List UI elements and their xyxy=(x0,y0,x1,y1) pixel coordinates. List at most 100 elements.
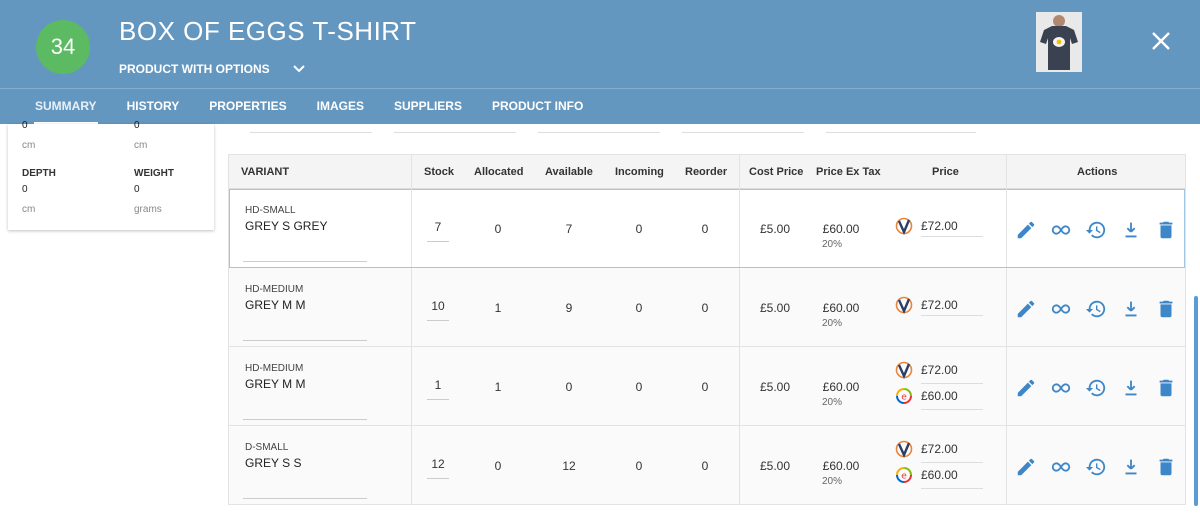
delete-button[interactable] xyxy=(1155,219,1177,241)
channel-price-input[interactable]: £72.00 xyxy=(921,442,969,456)
stock-input[interactable]: 1 xyxy=(418,378,458,392)
reorder-value: 0 xyxy=(701,380,709,394)
tab-summary[interactable]: SUMMARY xyxy=(20,89,112,125)
header-cost-price: Cost Price xyxy=(749,166,804,178)
price-ex-tax: £60.00 xyxy=(822,459,860,473)
header-actions: Actions xyxy=(1077,166,1118,178)
trash-icon xyxy=(1159,379,1173,397)
stock-input[interactable]: 7 xyxy=(418,220,458,234)
variant-name: GREY S S xyxy=(245,456,302,470)
history-icon xyxy=(1085,379,1106,397)
weight-label: WEIGHT xyxy=(134,168,174,179)
cost-price: £5.00 xyxy=(759,459,791,473)
variant-input[interactable] xyxy=(243,261,367,262)
product-thumbnail[interactable] xyxy=(1036,12,1082,72)
variant-input[interactable] xyxy=(243,498,367,499)
product-type-label: PRODUCT WITH OPTIONS xyxy=(119,62,270,76)
filter-input[interactable] xyxy=(682,132,804,133)
download-button[interactable] xyxy=(1120,298,1142,320)
stock-input[interactable]: 10 xyxy=(418,299,458,313)
table-row[interactable]: HD-SMALL GREY S GREY 7 0 7 0 0 £5.00 £60… xyxy=(229,189,1185,268)
edit-button[interactable] xyxy=(1015,456,1037,478)
tab-suppliers[interactable]: SUPPLIERS xyxy=(379,89,477,125)
variant-sku: HD-MEDIUM xyxy=(245,363,304,374)
variant-name: GREY S GREY xyxy=(245,219,328,233)
chevron-down-icon xyxy=(292,65,305,73)
table-row[interactable]: HD-MEDIUM GREY M M 10 1 9 0 0 £5.00 £60.… xyxy=(229,268,1185,347)
link-button[interactable] xyxy=(1050,219,1072,241)
top-right-value: 0 xyxy=(134,120,140,131)
stock-badge: 34 xyxy=(36,20,90,74)
header-available: Available xyxy=(545,166,593,178)
variant-name: GREY M M xyxy=(245,377,306,391)
tab-product-info[interactable]: PRODUCT INFO xyxy=(477,89,598,125)
header-incoming: Incoming xyxy=(615,166,664,178)
e-channel-icon: e xyxy=(896,467,912,483)
weight-unit: grams xyxy=(134,204,162,215)
product-type-dropdown[interactable]: PRODUCT WITH OPTIONS xyxy=(119,62,306,76)
download-button[interactable] xyxy=(1120,377,1142,399)
download-icon xyxy=(1125,380,1137,396)
header-stock: Stock xyxy=(424,166,454,178)
reorder-value: 0 xyxy=(701,222,709,236)
close-icon[interactable] xyxy=(1150,30,1172,52)
delete-button[interactable] xyxy=(1155,456,1177,478)
filter-input[interactable] xyxy=(538,132,660,133)
channel-price-input[interactable]: £60.00 xyxy=(921,389,969,403)
edit-button[interactable] xyxy=(1015,219,1037,241)
svg-text:e: e xyxy=(901,472,907,482)
tshirt-image-icon xyxy=(1036,12,1082,72)
v-channel-icon xyxy=(895,440,913,458)
edit-button[interactable] xyxy=(1015,298,1037,320)
tab-images[interactable]: IMAGES xyxy=(302,89,379,125)
download-icon xyxy=(1125,301,1137,317)
link-button[interactable] xyxy=(1050,377,1072,399)
channel-price-input[interactable]: £72.00 xyxy=(921,363,969,377)
history-button[interactable] xyxy=(1085,219,1107,241)
header-allocated: Allocated xyxy=(474,166,524,178)
available-value: 7 xyxy=(565,222,573,236)
filter-input[interactable] xyxy=(826,132,976,133)
table-header: VARIANT Stock Allocated Available Incomi… xyxy=(229,155,1185,189)
link-icon xyxy=(1051,383,1071,393)
stock-input[interactable]: 12 xyxy=(418,457,458,471)
tax-rate: 20% xyxy=(822,397,843,408)
link-button[interactable] xyxy=(1050,456,1072,478)
delete-button[interactable] xyxy=(1155,298,1177,320)
incoming-value: 0 xyxy=(635,380,643,394)
history-icon xyxy=(1085,458,1106,476)
table-row[interactable]: D-SMALL GREY S S 12 0 12 0 0 £5.00 £60.0… xyxy=(229,426,1185,505)
download-button[interactable] xyxy=(1120,219,1142,241)
v-channel-icon xyxy=(895,361,913,379)
tab-history[interactable]: HISTORY xyxy=(112,89,195,125)
filter-input[interactable] xyxy=(250,132,372,133)
delete-button[interactable] xyxy=(1155,377,1177,399)
history-button[interactable] xyxy=(1085,377,1107,399)
header-reorder: Reorder xyxy=(685,166,728,178)
link-icon xyxy=(1051,225,1071,235)
scrollbar[interactable] xyxy=(1194,296,1198,506)
svg-text:e: e xyxy=(901,393,907,403)
top-left-unit: cm xyxy=(22,140,36,151)
history-button[interactable] xyxy=(1085,298,1107,320)
channel-price-input[interactable]: £72.00 xyxy=(921,219,969,233)
available-value: 0 xyxy=(565,380,573,394)
link-button[interactable] xyxy=(1050,298,1072,320)
download-button[interactable] xyxy=(1120,456,1142,478)
tax-rate: 20% xyxy=(822,318,843,329)
variant-sku: HD-SMALL xyxy=(245,205,296,216)
allocated-value: 0 xyxy=(494,459,502,473)
channel-price-input[interactable]: £72.00 xyxy=(921,298,969,312)
channel-price-input[interactable]: £60.00 xyxy=(921,468,969,482)
download-icon xyxy=(1125,459,1137,475)
tab-properties[interactable]: PROPERTIES xyxy=(194,89,301,125)
variant-input[interactable] xyxy=(243,419,367,420)
variant-input[interactable] xyxy=(243,340,367,341)
incoming-value: 0 xyxy=(635,301,643,315)
price-ex-tax: £60.00 xyxy=(822,222,860,236)
filter-input[interactable] xyxy=(394,132,516,133)
trash-icon xyxy=(1159,221,1173,239)
edit-button[interactable] xyxy=(1015,377,1037,399)
table-row[interactable]: HD-MEDIUM GREY M M 1 1 0 0 0 £5.00 £60.0… xyxy=(229,347,1185,426)
history-button[interactable] xyxy=(1085,456,1107,478)
